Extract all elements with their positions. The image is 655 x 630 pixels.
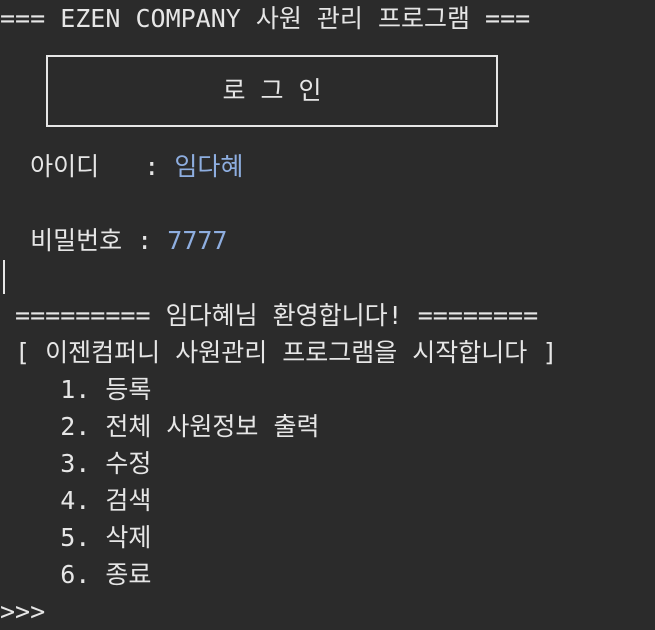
input-prompt[interactable]: >>> <box>0 593 45 630</box>
menu-item-delete: 5. 삭제 <box>0 523 152 552</box>
menu-item-register: 1. 등록 <box>0 375 152 404</box>
password-input-value[interactable]: 7777 <box>167 226 227 255</box>
text-cursor <box>3 260 5 294</box>
program-header: === EZEN COMPANY 사원 관리 프로그램 === <box>0 4 531 33</box>
menu-item-list-all: 2. 전체 사원정보 출력 <box>0 412 320 441</box>
menu-item-exit: 6. 종료 <box>0 560 152 589</box>
terminal-console[interactable]: === EZEN COMPANY 사원 관리 프로그램 === 로 그 인 아이… <box>0 0 655 629</box>
id-input-value[interactable]: 임다혜 <box>174 152 243 181</box>
id-prompt-line: 아이디 : 임다혜 <box>0 148 243 185</box>
id-label: 아이디 : <box>0 152 175 181</box>
login-box-title: 로 그 인 <box>222 76 322 105</box>
login-box: 로 그 인 <box>46 55 498 127</box>
password-label: 비밀번호 : <box>0 226 168 255</box>
password-prompt-line: 비밀번호 : 7777 <box>0 222 227 259</box>
menu-item-search: 4. 검색 <box>0 486 152 515</box>
welcome-banner: ========= 임다혜님 환영합니다! ======== <box>0 301 539 330</box>
menu-item-edit: 3. 수정 <box>0 449 152 478</box>
start-message: [ 이젠컴퍼니 사원관리 프로그램을 시작합니다 ] <box>0 338 558 367</box>
